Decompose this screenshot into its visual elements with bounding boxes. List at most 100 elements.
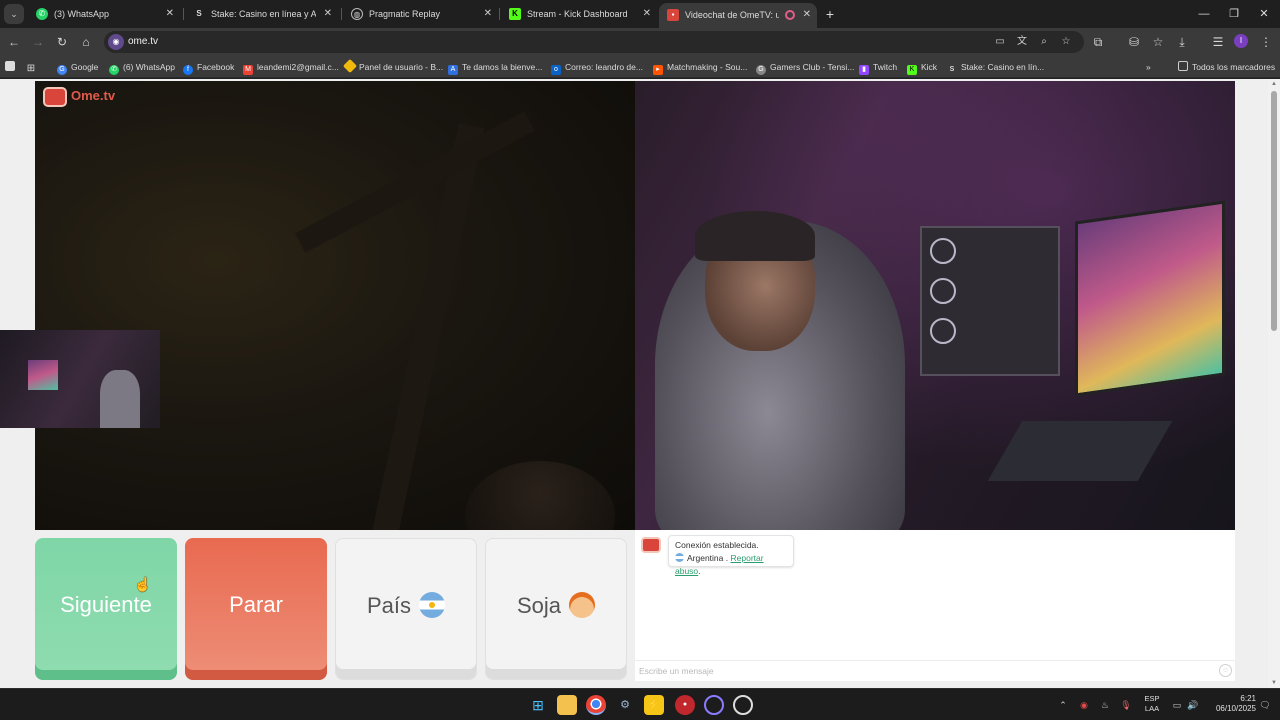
chat-message-input[interactable] [639,663,1199,679]
more-bookmarks-icon[interactable]: » [1146,56,1151,78]
close-tab-icon[interactable]: ✕ [803,3,811,27]
scroll-up-icon[interactable]: ▲ [1268,79,1280,89]
file-explorer-icon[interactable] [557,695,577,715]
bookmark-whatsapp[interactable]: ✆ (6) WhatsApp [109,56,175,78]
tab-ometv[interactable]: ▪ Videochat de OmeTV: una ✕ [659,3,817,28]
translate-icon[interactable]: 文 [1014,34,1030,50]
scrollbar-thumb[interactable] [1271,91,1277,331]
chat-input-bar: ☺ [635,660,1235,680]
tab-stake[interactable]: S Stake: Casino en línea y Apuest ✕ [185,2,338,26]
bookmark-matchmaking[interactable]: ▸ Matchmaking - Sou... [653,56,747,78]
app-icon[interactable]: ⚡ [644,695,664,715]
ometv-page: Ome.tv Siguiente Parar País Soja ☝ Conex… [0,79,1268,688]
tab-title: Pragmatic Replay [369,9,441,19]
language-indicator[interactable]: ESP LAA [1140,694,1164,714]
windows-start-icon[interactable]: ⊞ [528,695,548,715]
system-clock[interactable]: 6:21 06/10/2025 [1204,694,1256,714]
url-text[interactable]: ome.tv [128,31,158,53]
page-scrollbar[interactable]: ▲ ▼ [1268,79,1280,688]
cast-icon[interactable]: ▭ [992,34,1008,50]
close-window-icon[interactable]: ✕ [1249,0,1279,28]
tab-search-icon[interactable]: ⌄ [4,4,24,24]
obs-red-icon[interactable]: ● [675,695,695,715]
bookmark-star-icon[interactable]: ☆ [1058,34,1074,50]
minimize-icon[interactable]: — [1189,0,1219,28]
video-fan [930,238,956,264]
bookmark-facebook[interactable]: f Facebook [183,56,234,78]
address-bar[interactable]: ◉ ome.tv ▭ 文 ⌕ ☆ [104,31,1084,53]
all-bookmarks-folder[interactable]: Todos los marcadores [1178,56,1275,78]
bookmark-twitch[interactable]: ▮ Twitch [859,56,897,78]
gmail-icon: M [243,65,253,75]
close-tab-icon[interactable]: ✕ [166,2,174,26]
close-tab-icon[interactable]: ✕ [324,2,332,26]
video-shadow [465,461,615,530]
ometv-icon: ▪ [667,9,679,21]
bookmark-stake[interactable]: S Stake: Casino en lín... [947,56,1045,78]
restore-icon[interactable]: ❐ [1219,0,1249,28]
stop-button[interactable]: Parar [185,538,327,680]
preview-person [100,370,140,428]
bookmark-outlook[interactable]: o Correo: leandro de... [551,56,643,78]
download-icon[interactable]: ⤓ [1172,32,1192,52]
lang-layout: LAA [1144,704,1160,713]
volume-icon[interactable]: 🔊 [1186,697,1200,713]
profile-avatar[interactable]: I [1234,34,1248,48]
obs-icon[interactable] [733,695,753,715]
bookmark-label: Kick [921,62,938,72]
bookmark-bienvenida[interactable]: A Te damos la bienve... [448,56,542,78]
whatsapp-icon: ✆ [36,8,48,20]
next-button[interactable]: Siguiente [35,538,177,680]
twitch-icon: ▮ [859,65,869,75]
partner-country: Argentina [687,553,724,563]
bookmark-sidebar-icon[interactable] [5,56,19,78]
site-info-icon[interactable]: ◉ [108,34,124,50]
app-circle-icon[interactable] [704,695,724,715]
home-icon[interactable]: ⌂ [76,32,96,52]
menu-icon[interactable]: ⋮ [1256,32,1276,52]
microphone-icon[interactable]: 🎙 [1119,697,1133,713]
bookmark-gamersclub[interactable]: G Gamers Club - Tensi... [756,56,854,78]
scroll-down-icon[interactable]: ▼ [1268,678,1280,688]
zoom-icon[interactable]: ⌕ [1036,34,1052,50]
forward-icon[interactable]: → [28,32,48,52]
globe-icon: ◍ [351,8,363,20]
performance-icon[interactable]: ⛁ [1124,32,1144,52]
apps-icon[interactable]: ⊞ [26,56,40,78]
close-tab-icon[interactable]: ✕ [643,2,651,26]
preview-monitor [28,360,58,390]
back-icon[interactable]: ← [4,32,24,52]
favorites-icon[interactable]: ☆ [1148,32,1168,52]
reload-icon[interactable]: ↻ [52,32,72,52]
folder-icon [1178,61,1188,71]
bookmark-google[interactable]: G Google [57,56,98,78]
self-preview[interactable] [0,330,160,428]
whatsapp-icon: ✆ [109,65,119,75]
reading-list-icon[interactable]: ☰ [1208,32,1228,52]
new-tab-button[interactable]: + [822,4,838,24]
emoji-icon[interactable]: ☺ [1219,664,1232,677]
bookmark-label: (6) WhatsApp [123,62,175,72]
tab-kick[interactable]: K Stream - Kick Dashboard ✕ [501,2,657,26]
bookmark-binance[interactable]: Panel de usuario - B... [342,56,443,78]
close-tab-icon[interactable]: ✕ [484,2,492,26]
notifications-icon[interactable]: 🗨 [1258,697,1272,713]
chrome-icon[interactable] [586,695,606,715]
tray-app-icon[interactable]: ◉ [1077,697,1091,713]
network-icon[interactable]: ▭ [1170,697,1184,713]
ometv-logo: Ome.tv [43,85,117,107]
tab-title: Stake: Casino en línea y Apuest [211,9,316,19]
tab-pragmatic[interactable]: ◍ Pragmatic Replay ✕ [343,2,498,26]
gender-button[interactable]: Soja [485,538,627,680]
country-button[interactable]: País [335,538,477,680]
bookmarks-bar: ⊞ G Google ✆ (6) WhatsApp f Facebook Mleand… [0,56,1280,78]
bookmark-gmail[interactable]: Mleandemi2@gmail.c... [243,56,339,78]
tray-overflow-icon[interactable]: ⌃ [1056,697,1070,713]
tab-whatsapp[interactable]: ✆ (3) WhatsApp ✕ [28,2,180,26]
bookmark-kick[interactable]: K Kick [907,56,937,78]
logo-text: Ome.tv [71,88,116,103]
extensions-icon[interactable]: ⧉ [1088,32,1108,52]
outlook-icon: o [551,65,561,75]
steam-icon[interactable]: ♨ [1098,697,1112,713]
settings-gear-icon[interactable]: ⚙ [615,695,635,715]
